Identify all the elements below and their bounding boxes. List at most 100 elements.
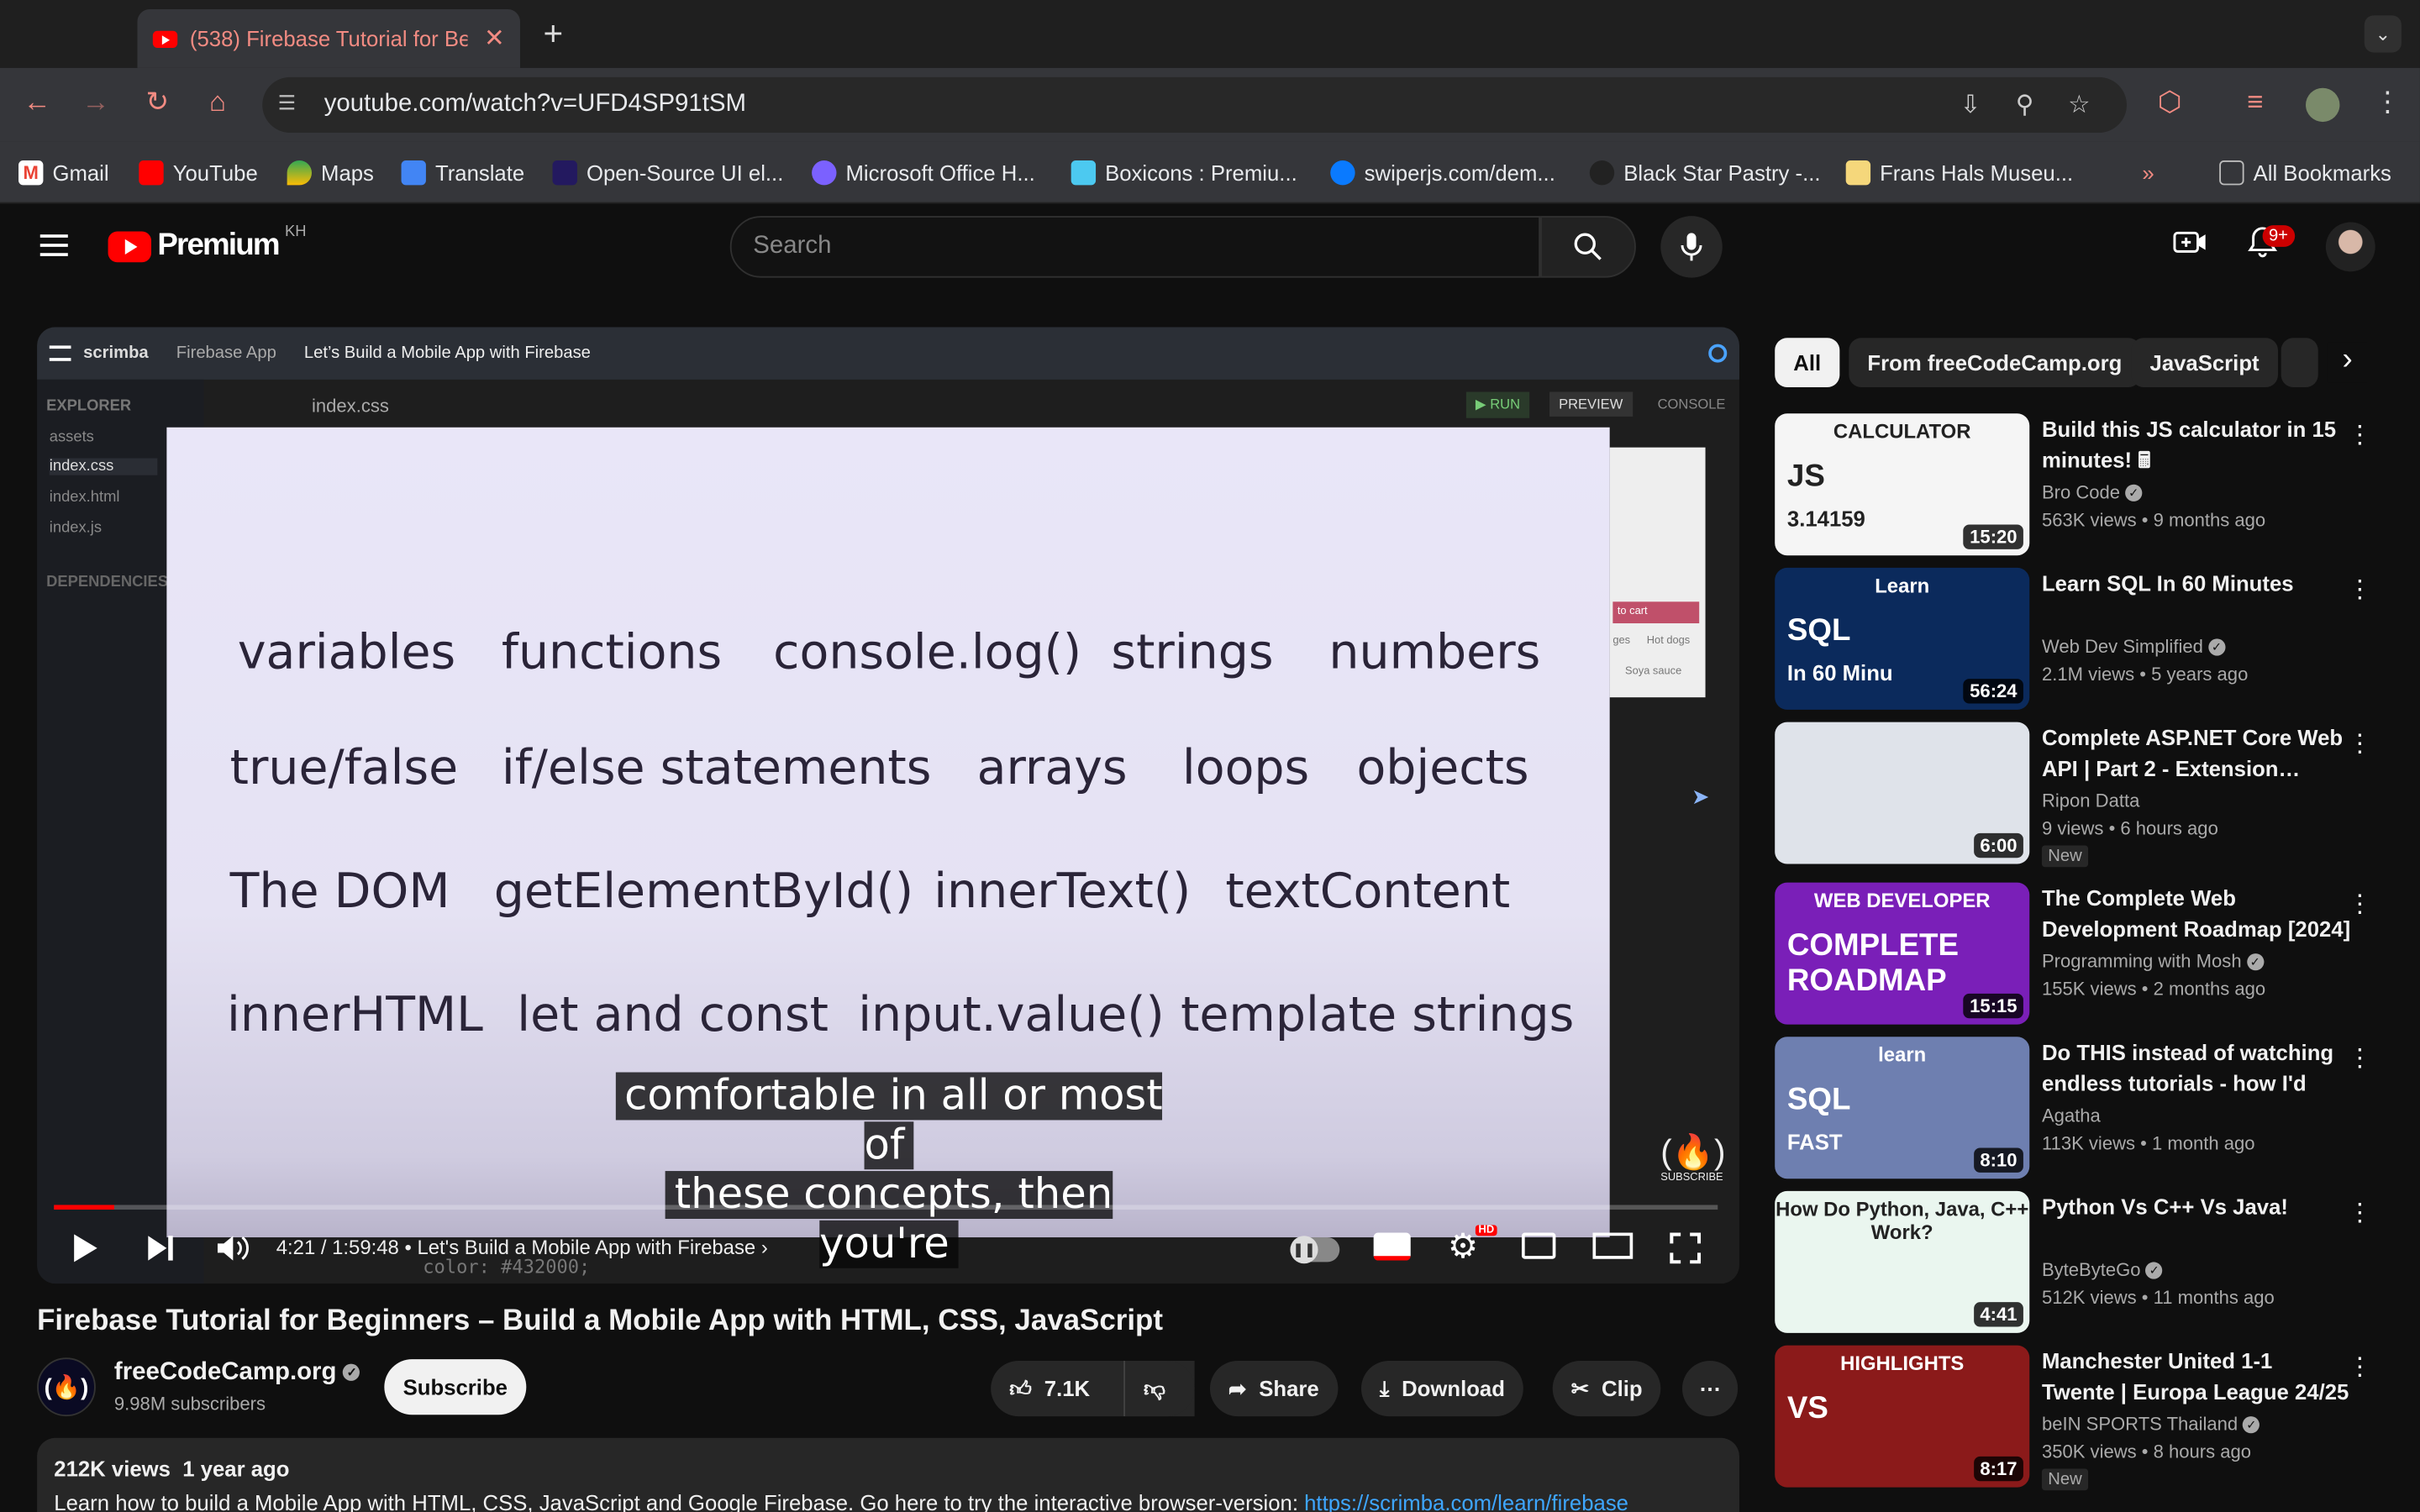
bookmark-swiper[interactable]: swiperjs.com/dem... bbox=[1330, 160, 1555, 186]
theater-mode-icon[interactable] bbox=[1592, 1232, 1634, 1259]
all-bookmarks[interactable]: All Bookmarks bbox=[2219, 160, 2391, 186]
microphone-icon bbox=[1681, 233, 1702, 261]
more-options-icon[interactable]: ⋮ bbox=[2348, 574, 2372, 605]
recommended-video[interactable]: How Do Python, Java, C++ Work? 4:41 Python… bbox=[1775, 1190, 2384, 1336]
account-avatar[interactable] bbox=[2325, 222, 2375, 272]
fullscreen-icon[interactable] bbox=[1669, 1232, 1702, 1272]
bookmark-youtube[interactable]: YouTube bbox=[139, 160, 258, 186]
bookmark-franshals[interactable]: Frans Hals Museu... bbox=[1845, 160, 2073, 186]
chip-from-freecodecamp[interactable]: From freeCodeCamp.org bbox=[1849, 338, 2141, 388]
description-link[interactable]: https://scrimba.com/learn/firebase bbox=[1304, 1490, 1628, 1512]
description-box[interactable]: 212K views 1 year ago Learn how to build… bbox=[37, 1437, 1739, 1512]
recommended-title[interactable]: Build this JS calculator in 15 minutes! … bbox=[2042, 413, 2350, 475]
bookmark-translate[interactable]: Translate bbox=[401, 160, 524, 186]
channel-name[interactable]: freeCodeCamp.org ✓ bbox=[114, 1359, 360, 1387]
bookmark-boxicons[interactable]: Boxicons : Premiu... bbox=[1071, 160, 1297, 186]
share-button[interactable]: ➦ Share bbox=[1209, 1360, 1338, 1417]
youtube-premium-logo[interactable]: Premium KH bbox=[108, 223, 307, 264]
hamburger-menu-icon[interactable] bbox=[39, 234, 68, 262]
video-thumbnail[interactable]: learn SQL FAST 8:10 bbox=[1775, 1037, 2030, 1179]
video-thumbnail[interactable]: WEB DEVELOPER COMPLETE ROADMAP 15:15 bbox=[1775, 882, 2030, 1025]
fcc-watermark[interactable]: (🔥) SUBSCRIBE bbox=[1660, 1132, 1725, 1184]
progress-bar[interactable] bbox=[54, 1205, 1718, 1210]
recommended-title[interactable]: The Complete Web Development Roadmap [20… bbox=[2042, 883, 2350, 944]
recommended-title[interactable]: Manchester United 1-1 Twente | Europa Le… bbox=[2042, 1346, 2350, 1407]
video-thumbnail[interactable]: Learn SQL In 60 Minu 56:24 bbox=[1775, 567, 2030, 710]
more-options-icon[interactable]: ⋮ bbox=[2348, 889, 2372, 920]
more-options-icon[interactable]: ⋮ bbox=[2348, 420, 2372, 451]
video-thumbnail[interactable]: 6:00 bbox=[1775, 722, 2030, 864]
play-icon[interactable] bbox=[71, 1233, 98, 1272]
search-input[interactable]: Search bbox=[729, 216, 1541, 278]
recommended-video[interactable]: WEB DEVELOPER COMPLETE ROADMAP 15:15 The Co… bbox=[1775, 882, 2384, 1028]
bookmark-gmail[interactable]: M Gmail bbox=[18, 160, 109, 186]
dislike-button[interactable]: 👎︎ bbox=[1123, 1360, 1195, 1417]
voice-search-button[interactable] bbox=[1660, 216, 1723, 278]
settings-gear-icon[interactable]: ⚙ bbox=[1448, 1226, 1478, 1267]
back-icon[interactable]: ← bbox=[8, 87, 66, 119]
recommended-video[interactable]: Learn SQL In 60 Minu 56:24 Learn SQL In 60 M… bbox=[1775, 567, 2384, 713]
recommended-channel: ByteByteGo ✓ bbox=[2042, 1259, 2163, 1280]
chips-next-icon[interactable]: › bbox=[2327, 342, 2368, 383]
close-tab-icon[interactable]: ✕ bbox=[484, 24, 505, 55]
autoplay-toggle[interactable]: ❚❚ bbox=[1290, 1236, 1340, 1264]
browser-tab-active[interactable]: (538) Firebase Tutorial for Be ✕ bbox=[137, 9, 520, 68]
duration-badge: 56:24 bbox=[1963, 679, 2023, 704]
next-icon[interactable] bbox=[145, 1233, 176, 1272]
video-player[interactable]: scrimba Firebase App Let’s Build a Mobil… bbox=[37, 327, 1739, 1284]
bookmark-blackstar[interactable]: Black Star Pastry -... bbox=[1589, 160, 1821, 186]
duration-badge: 15:15 bbox=[1963, 993, 2023, 1019]
recommended-video[interactable]: learn SQL FAST 8:10 Do THIS instead of watch… bbox=[1775, 1037, 2384, 1182]
extensions-icon[interactable]: ⬡ bbox=[2158, 87, 2182, 119]
video-thumbnail[interactable]: CALCULATOR JS 3.14159 15:20 bbox=[1775, 413, 2030, 556]
subtitles-icon[interactable] bbox=[1373, 1232, 1411, 1261]
recommended-title[interactable]: Python Vs C++ Vs Java! bbox=[2042, 1191, 2350, 1222]
site-info-icon[interactable]: ☰ bbox=[278, 91, 306, 118]
chip-overflow[interactable] bbox=[2281, 338, 2318, 388]
more-bookmarks-icon[interactable]: » bbox=[2142, 160, 2154, 185]
download-button[interactable]: ⤓ Download bbox=[1360, 1360, 1523, 1417]
bookmark-office[interactable]: Microsoft Office H... bbox=[812, 160, 1035, 186]
notification-count-badge: 9+ bbox=[2262, 225, 2295, 247]
address-bar[interactable]: ☰ youtube.com/watch?v=UFD4SP91tSM ⇩ ⚲ ☆ bbox=[262, 76, 2127, 133]
more-options-icon[interactable]: ⋮ bbox=[2348, 1043, 2372, 1074]
bookmark-star-icon[interactable]: ☆ bbox=[2068, 90, 2090, 121]
subscribe-button[interactable]: Subscribe bbox=[384, 1359, 527, 1415]
bookmark-opensource-ui[interactable]: Open-Source UI el... bbox=[552, 160, 783, 186]
video-thumbnail[interactable]: How Do Python, Java, C++ Work? 4:41 bbox=[1775, 1190, 2030, 1333]
forward-icon[interactable]: → bbox=[66, 87, 125, 119]
thumbs-up-icon: 👍︎ bbox=[1009, 1375, 1033, 1400]
clip-button[interactable]: ✂ Clip bbox=[1552, 1360, 1661, 1417]
recommended-video[interactable]: CALCULATOR JS 3.14159 15:20 Build this JS ca… bbox=[1775, 413, 2384, 559]
chapter-title[interactable]: Let's Build a Mobile App with Firebase bbox=[417, 1236, 755, 1259]
recommended-title[interactable]: Complete ASP.NET Core Web API | Part 2 -… bbox=[2042, 722, 2350, 784]
chip-javascript[interactable]: JavaScript bbox=[2131, 338, 2278, 388]
profile-avatar[interactable] bbox=[2306, 87, 2340, 123]
more-actions-button[interactable]: ⋯ bbox=[1682, 1360, 1739, 1417]
concept-word: getElementById() bbox=[493, 864, 914, 920]
menu-dots-icon[interactable]: ⋮ bbox=[2374, 87, 2402, 119]
more-options-icon[interactable]: ⋮ bbox=[2348, 1352, 2372, 1383]
new-tab-icon[interactable]: + bbox=[544, 14, 564, 55]
home-icon[interactable]: ⌂ bbox=[188, 87, 247, 119]
chip-all[interactable]: All bbox=[1775, 338, 1840, 388]
video-thumbnail[interactable]: HIGHLIGHTS VS 8:17 bbox=[1775, 1345, 2030, 1488]
recommended-title[interactable]: Do THIS instead of watching endless tuto… bbox=[2042, 1037, 2350, 1098]
recommended-title[interactable]: Learn SQL In 60 Minutes bbox=[2042, 568, 2350, 599]
tab-search-chevron-icon[interactable]: ⌄ bbox=[2364, 15, 2402, 53]
install-icon[interactable]: ⇩ bbox=[1960, 90, 1981, 121]
recommended-video[interactable]: HIGHLIGHTS VS 8:17 Manchester United 1-1 Tw… bbox=[1775, 1345, 2384, 1491]
reload-icon[interactable]: ↻ bbox=[128, 87, 187, 119]
search-button[interactable] bbox=[1540, 216, 1636, 278]
channel-avatar[interactable]: (🔥) bbox=[37, 1357, 96, 1417]
more-options-icon[interactable]: ⋮ bbox=[2348, 1197, 2372, 1228]
franshals-icon bbox=[1845, 160, 1871, 186]
create-video-icon[interactable] bbox=[2173, 225, 2207, 267]
more-options-icon[interactable]: ⋮ bbox=[2348, 728, 2372, 759]
bookmark-maps[interactable]: Maps bbox=[287, 160, 374, 186]
volume-icon[interactable] bbox=[216, 1233, 250, 1272]
zoom-icon[interactable]: ⚲ bbox=[2016, 90, 2034, 121]
miniplayer-icon[interactable] bbox=[1521, 1232, 1556, 1259]
media-control-icon[interactable]: ≡ bbox=[2247, 87, 2263, 119]
recommended-video[interactable]: 6:00 Complete ASP.NET Core Web API | Part… bbox=[1775, 722, 2384, 868]
